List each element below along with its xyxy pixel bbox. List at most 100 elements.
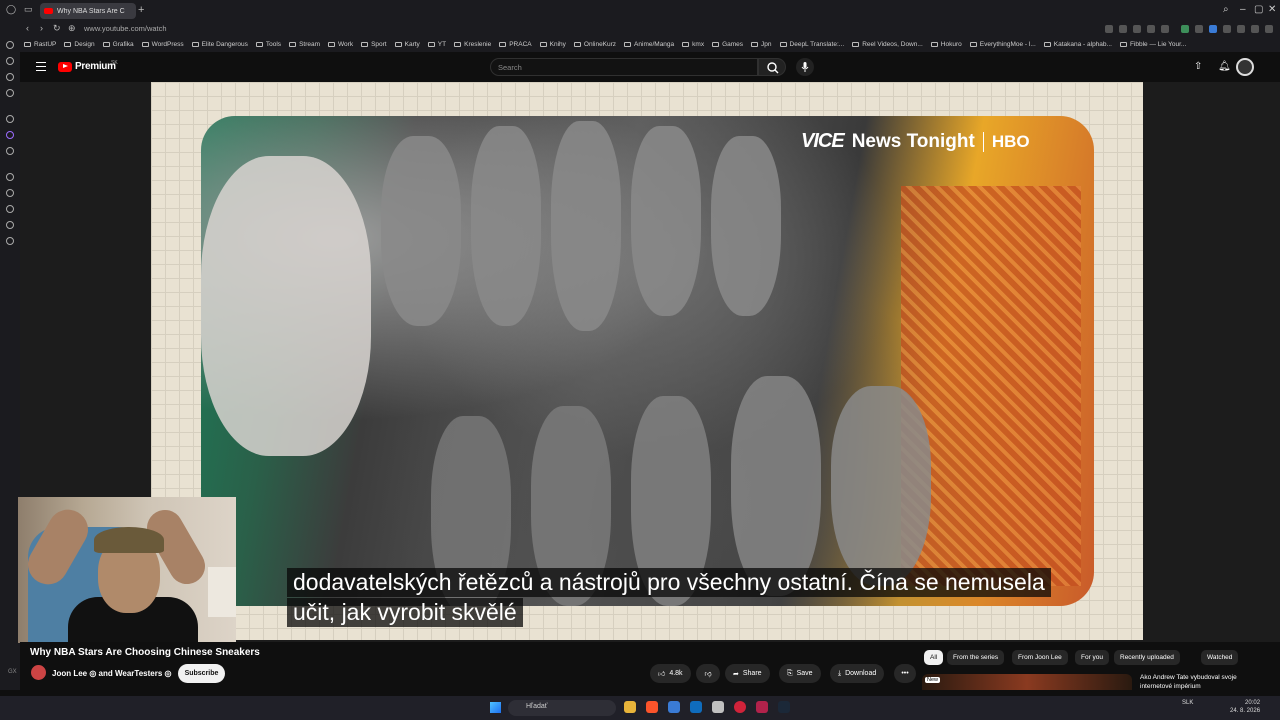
bookmark-item[interactable]: Jpn [747,41,775,48]
twitch-icon[interactable] [6,131,14,139]
windows-start-icon[interactable] [490,702,501,713]
history-icon[interactable] [6,173,14,181]
file-explorer-icon[interactable] [624,701,636,713]
bookmark-item[interactable]: Kreslenie [450,41,495,48]
bookmark-item[interactable]: Katakana - alphab... [1040,41,1116,48]
chip-from-joon-lee[interactable]: From Joon Lee [1012,650,1068,665]
chip-for-you[interactable]: For you [1075,650,1110,665]
sidebar-app-icon[interactable] [6,73,14,81]
bookmark-item[interactable]: Design [60,41,98,48]
app-icon[interactable] [756,701,768,713]
app-icon[interactable] [668,701,680,713]
extension-icon[interactable] [1133,25,1141,33]
download-icon[interactable] [1237,25,1245,33]
bookmark-item[interactable]: WordPress [138,41,188,48]
bookmark-item[interactable]: YT [424,41,450,48]
chip-recently-uploaded[interactable]: Recently uploaded [1114,650,1180,665]
clock[interactable]: 20:02 24. 8. 2026 [1230,699,1260,715]
opera-gx-icon[interactable] [734,701,746,713]
heart-icon[interactable] [1161,25,1169,33]
new-tab-button[interactable]: + [138,4,144,16]
minimize-icon[interactable]: – [1240,4,1246,15]
subscribe-button[interactable]: Subscribe [178,664,225,683]
back-icon[interactable]: ‹ [26,23,29,33]
download-button[interactable]: ⤓ Download [830,664,885,683]
extension-icon[interactable] [1223,25,1231,33]
extension-icon[interactable] [1195,25,1203,33]
settings-icon[interactable] [6,115,14,123]
sidebar-app-icon[interactable] [6,205,14,213]
forward-icon[interactable]: › [40,23,43,33]
bookmark-item[interactable]: Anime/Manga [620,41,678,48]
menu-icon[interactable] [1265,25,1273,33]
search-button[interactable] [758,58,786,76]
chip-all[interactable]: All [924,650,944,665]
extension-icon[interactable] [1147,25,1155,33]
folder-icon [255,42,263,47]
maximize-icon[interactable]: ▢ [1254,4,1263,15]
chip-from-the-series[interactable]: From the series [947,650,1005,665]
youtube-logo[interactable]: Premium [58,61,116,72]
brave-browser-icon[interactable] [646,701,658,713]
dislike-button[interactable]: 👎︎ [696,664,720,683]
reload-icon[interactable]: ↻ [53,23,61,34]
like-button[interactable]: 👍︎ 4.8k [650,664,691,683]
sidebar-app-icon[interactable] [6,221,14,229]
bookmark-item[interactable]: EverythingMoe - l... [966,41,1040,48]
player-icon[interactable] [6,189,14,197]
sidebar-app-icon[interactable] [6,57,14,65]
profile-icon[interactable] [1251,25,1259,33]
notifications-bell-icon[interactable]: 🔔︎ [1218,61,1231,72]
bookmark-item[interactable]: Work [324,41,357,48]
extension-icon[interactable] [1181,25,1189,33]
more-actions-button[interactable]: ••• [894,664,916,683]
tab-list-icon[interactable]: ▭ [24,4,33,15]
sidebar-app-icon[interactable] [6,147,14,155]
extension-icon[interactable] [1119,25,1127,33]
sidebar-app-icon[interactable] [6,89,14,97]
bookmark-item[interactable]: DeepL Translate:... [776,41,849,48]
chip-watched[interactable]: Watched [1201,650,1239,665]
sidebar-app-icon[interactable] [6,237,14,245]
bookmark-item[interactable]: Knihy [536,41,570,48]
url-field[interactable]: www.youtube.com/watch [84,24,167,33]
bookmark-item[interactable]: Elite Dangerous [188,41,252,48]
taskbar-search[interactable]: Hľadať [508,700,616,716]
account-avatar[interactable] [1236,58,1254,76]
channel-name[interactable]: Joon Lee ◎ and WearTesters ◎ [52,669,171,678]
hamburger-menu-icon[interactable] [36,62,46,71]
bookmark-item[interactable]: RastUP [20,41,60,48]
bookmark-item[interactable]: Hokuro [927,41,966,48]
bookmark-item[interactable]: Tools [252,41,285,48]
extension-icon[interactable] [1105,25,1113,33]
bookmark-item[interactable]: Sport [357,41,391,48]
bookmark-item[interactable]: Grafika [99,41,138,48]
app-icon[interactable] [690,701,702,713]
share-button[interactable]: ➦ Share [725,664,770,683]
bookmark-item[interactable]: OnlineKurz [570,41,620,48]
active-tab[interactable]: Why NBA Stars Are Cho [40,3,136,19]
bookmark-item[interactable]: Stream [285,41,324,48]
extension-icon[interactable] [1209,25,1217,33]
channel-avatar[interactable] [31,665,46,680]
sidebar-app-icon[interactable] [6,41,14,49]
bookmark-item[interactable]: Reel Videos, Down... [848,41,927,48]
bookmark-item[interactable]: kmx [678,41,708,48]
recommended-title[interactable]: Ako Andrew Tate vybudoval svoje internet… [1140,673,1260,691]
voice-search-button[interactable] [796,58,814,76]
app-icon[interactable] [712,701,724,713]
site-info-icon[interactable]: ⊕ [68,23,76,34]
save-button[interactable]: ⎘ Save [779,664,821,683]
language-indicator[interactable]: SLK [1182,700,1193,706]
bookmark-item[interactable]: PRACA [495,41,535,48]
bookmark-item[interactable]: Karty [391,41,424,48]
close-icon[interactable]: ✕ [1268,4,1276,15]
steam-icon[interactable] [778,701,790,713]
bookmark-item[interactable]: Games [708,41,747,48]
search-tabs-icon[interactable]: ⌕ [1223,4,1229,15]
search-input[interactable]: Search [490,58,758,76]
recommended-thumbnail[interactable] [922,674,1132,690]
upload-icon[interactable]: ⇧ [1194,61,1202,72]
browser-logo-icon[interactable]: ◯ [6,4,16,15]
bookmark-item[interactable]: Fibble — Lie Your... [1116,41,1190,48]
